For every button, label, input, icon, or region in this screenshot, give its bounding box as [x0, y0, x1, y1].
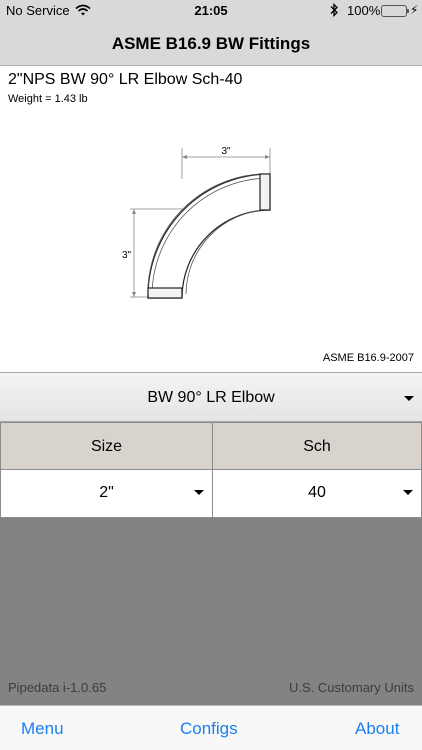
dropdown-caret-icon [404, 396, 414, 401]
sch-column-header: Sch [213, 423, 421, 470]
battery-percent: 100% [347, 3, 381, 18]
size-dropdown-caret-icon [194, 490, 204, 495]
units-label: U.S. Customary Units [289, 680, 414, 695]
menu-tab[interactable]: Menu [21, 719, 64, 739]
bluetooth-icon [329, 2, 339, 20]
status-bar: No Service 21:05 100% ⚡ [0, 0, 422, 22]
size-schedule-table: Size Sch 2" 40 [0, 422, 422, 518]
bottom-tab-bar: Menu Configs About [0, 705, 422, 750]
dimension-top-label: 3" [221, 146, 231, 157]
dimension-side-label: 3" [122, 250, 132, 261]
page-title: ASME B16.9 BW Fittings [111, 34, 311, 53]
size-column-header: Size [1, 423, 213, 470]
sch-dropdown-caret-icon [403, 490, 413, 495]
sch-value: 40 [308, 484, 326, 501]
fitting-type-selector[interactable]: BW 90° LR Elbow [0, 372, 422, 422]
sch-dropdown[interactable]: 40 [213, 470, 421, 517]
fitting-detail-panel: 2"NPS BW 90° LR Elbow Sch-40 Weight = 1.… [0, 66, 422, 372]
fitting-heading: 2"NPS BW 90° LR Elbow Sch-40 [8, 71, 243, 88]
navigation-bar: ASME B16.9 BW Fittings [0, 22, 422, 66]
size-dropdown[interactable]: 2" [1, 470, 213, 517]
info-footer-area: Pipedata i-1.0.65 U.S. Customary Units [0, 518, 422, 705]
standard-label: ASME B16.9-2007 [322, 352, 414, 364]
about-tab[interactable]: About [355, 719, 399, 739]
size-value: 2" [99, 484, 114, 501]
configs-tab[interactable]: Configs [180, 719, 238, 739]
app-version: Pipedata i-1.0.65 [8, 680, 107, 695]
battery-icon [381, 5, 409, 17]
charging-bolt-icon: ⚡ [410, 3, 419, 17]
fitting-type-value: BW 90° LR Elbow [147, 389, 275, 406]
elbow-drawing: 3" 3" [122, 146, 271, 299]
fitting-weight: Weight = 1.43 lb [8, 93, 88, 105]
